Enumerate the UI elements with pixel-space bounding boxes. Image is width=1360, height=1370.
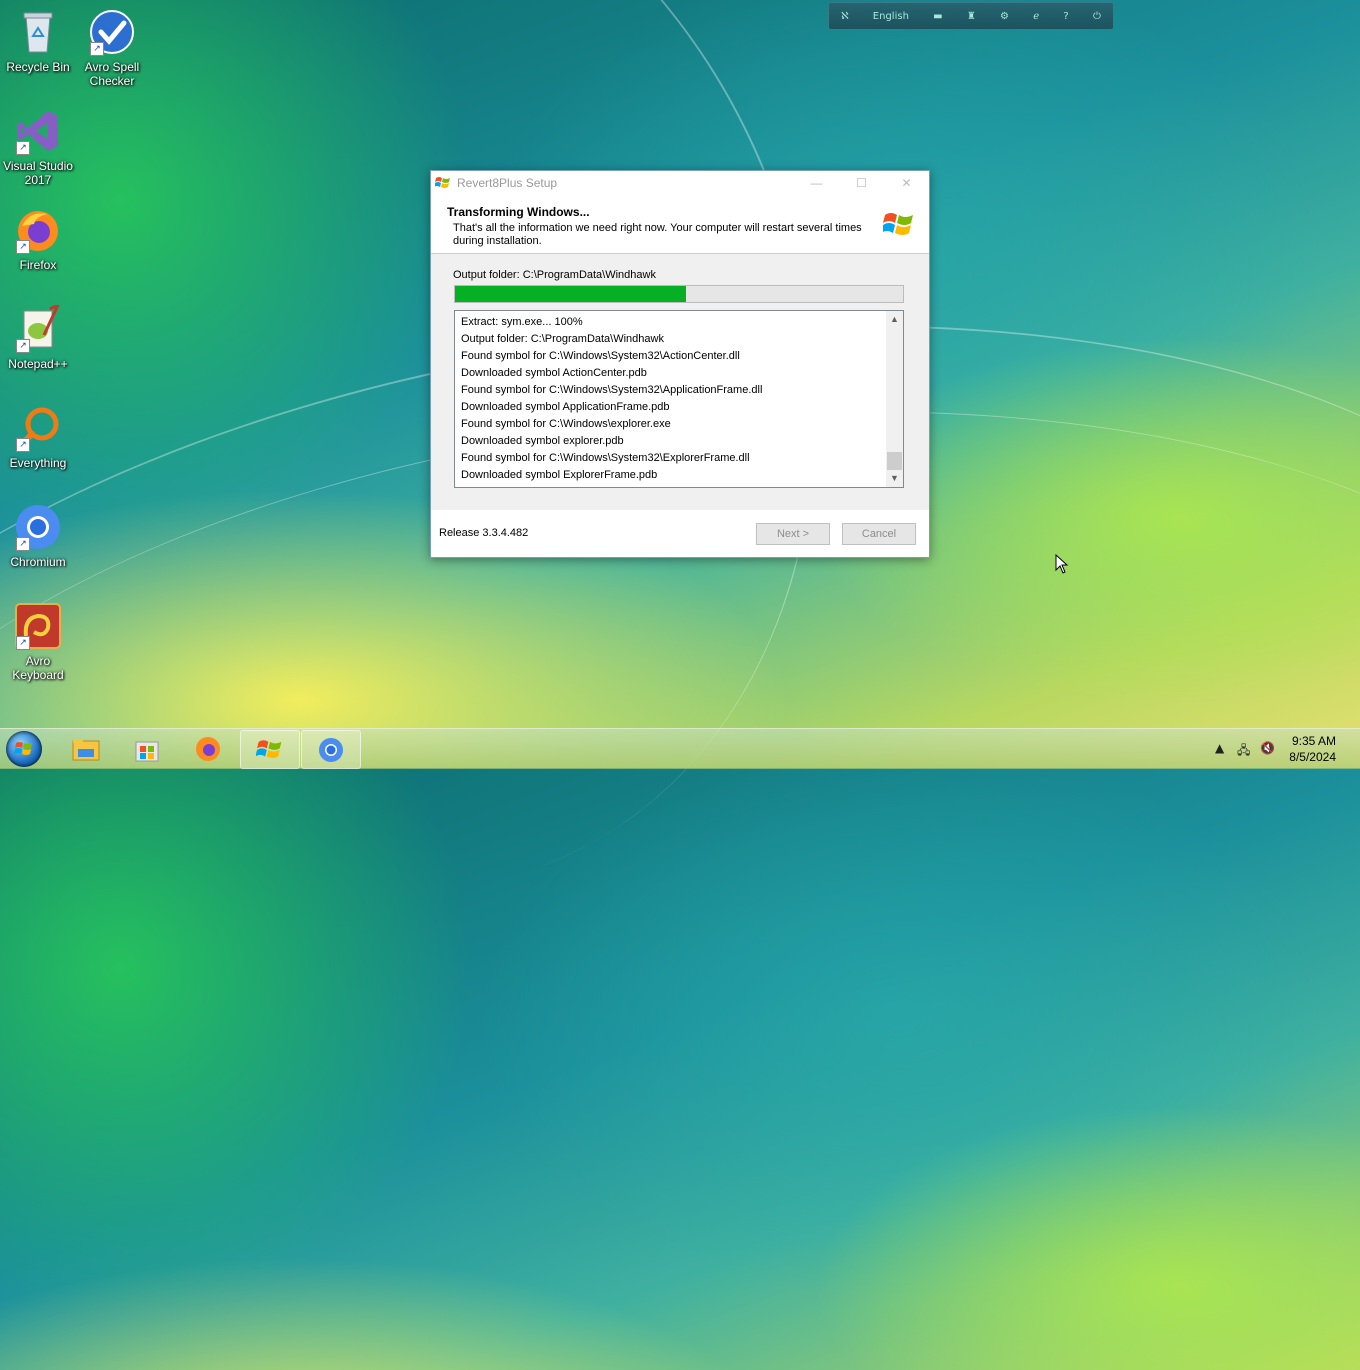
cancel-button[interactable]: Cancel xyxy=(842,523,916,545)
desktop-icon-recycle-bin[interactable]: Recycle Bin xyxy=(0,8,76,74)
shortcut-arrow-icon: ↗ xyxy=(16,339,30,353)
visual-studio-icon: ↗ xyxy=(14,107,62,155)
desktop-icon-label: Everything xyxy=(9,456,67,470)
release-version: Release 3.3.4.482 xyxy=(439,527,529,539)
next-button[interactable]: Next > xyxy=(756,523,830,545)
settings-gear-icon[interactable]: ⚙ xyxy=(1000,11,1009,22)
log-line: Found symbol for C:\Windows\System32\Act… xyxy=(461,350,740,362)
shortcut-arrow-icon: ↗ xyxy=(16,438,30,452)
windows-flag-icon xyxy=(883,213,913,235)
desktop-icon-label: Chromium xyxy=(10,555,66,569)
recycle-bin-icon xyxy=(14,8,62,56)
header-subtitle: That's all the information we need right… xyxy=(453,222,862,247)
tools-icon[interactable]: ♜ xyxy=(967,11,976,22)
keyboard-logo-icon[interactable]: ℵ xyxy=(841,11,848,22)
log-line: Found symbol for C:\Windows\System32\Exp… xyxy=(461,452,750,464)
scroll-down-arrow-icon[interactable]: ▼ xyxy=(886,470,903,487)
keyboard-icon[interactable]: ▬ xyxy=(933,11,942,22)
shortcut-arrow-icon: ↗ xyxy=(16,636,30,650)
show-hidden-icons-chevron-icon[interactable]: ▲ xyxy=(1215,741,1224,755)
desktop-icon-avro-keyboard[interactable]: ↗ Avro Keyboard xyxy=(0,602,76,682)
log-line: Downloaded symbol ExplorerFrame.pdb xyxy=(461,469,658,481)
avro-keyboard-icon: ↗ xyxy=(14,602,62,650)
taskbar-firefox[interactable] xyxy=(179,730,237,767)
language-selector[interactable]: English xyxy=(873,11,909,22)
desktop-icon-label: Visual Studio 2017 xyxy=(3,159,73,187)
power-icon[interactable]: ⏻ xyxy=(1093,11,1101,22)
progress-fill xyxy=(455,286,686,302)
chromium-icon: ↗ xyxy=(14,503,62,551)
log-line: Found symbol for C:\Windows\explorer.exe xyxy=(461,418,671,430)
log-line: Extract: sym.exe... 100% xyxy=(461,316,583,328)
taskbar-clock[interactable]: 9:35 AM 8/5/2024 xyxy=(1289,733,1336,765)
help-icon[interactable]: ? xyxy=(1063,11,1068,22)
file-explorer-icon xyxy=(72,738,100,760)
log-line: Downloaded symbol ActionCenter.pdb xyxy=(461,367,647,379)
revert8plus-setup-icon xyxy=(256,739,282,758)
scroll-up-arrow-icon[interactable]: ▲ xyxy=(886,311,903,328)
dialog-header: Transforming Windows... That's all the i… xyxy=(431,195,929,254)
shortcut-arrow-icon: ↗ xyxy=(90,42,104,56)
close-button[interactable]: ✕ xyxy=(884,176,929,190)
log-scrollbar[interactable]: ▲ ▼ xyxy=(886,311,903,487)
taskbar-store[interactable] xyxy=(118,730,176,767)
chromium-icon xyxy=(319,737,343,762)
firefox-icon xyxy=(196,736,220,761)
desktop-icon-avro-spell-checker[interactable]: ↗ Avro Spell Checker xyxy=(74,8,150,88)
shortcut-arrow-icon: ↗ xyxy=(16,240,30,254)
desktop-icon-everything[interactable]: ↗ Everything xyxy=(0,404,76,470)
desktop-icon-label: Avro Spell Checker xyxy=(84,60,140,88)
dialog-body: Output folder: C:\ProgramData\Windhawk E… xyxy=(431,254,929,510)
everything-search-icon: ↗ xyxy=(14,404,62,452)
maximize-button[interactable]: ☐ xyxy=(839,176,884,190)
log-line: Downloaded symbol ApplicationFrame.pdb xyxy=(461,401,670,413)
language-bar: ℵ English ▬ ♜ ⚙ ℯ ? ⏻ xyxy=(828,2,1114,30)
desktop-icon-label: Notepad++ xyxy=(8,357,68,371)
mouse-cursor-icon xyxy=(1055,554,1069,574)
log-line: Found symbol for C:\Windows\System32\App… xyxy=(461,384,763,396)
header-title: Transforming Windows... xyxy=(447,205,590,219)
windows-logo-icon xyxy=(435,177,450,188)
dialog-titlebar[interactable]: Revert8Plus Setup — ☐ ✕ xyxy=(431,171,929,195)
desktop-icon-notepad-plus-plus[interactable]: ↗ Notepad++ xyxy=(0,301,76,371)
desktop-icon-visual-studio[interactable]: ↗ Visual Studio 2017 xyxy=(0,107,76,187)
network-icon[interactable]: 🖧 xyxy=(1237,741,1250,762)
taskbar-chromium[interactable] xyxy=(301,730,361,769)
desktop-icon-label: Avro Keyboard xyxy=(12,654,64,682)
shortcut-arrow-icon: ↗ xyxy=(16,141,30,155)
install-progress-bar xyxy=(454,285,904,303)
log-line: Output folder: C:\ProgramData\Windhawk xyxy=(461,333,664,345)
desktop-icon-chromium[interactable]: ↗ Chromium xyxy=(0,503,76,569)
dialog-footer: Release 3.3.4.482 Next > Cancel xyxy=(431,510,929,556)
scrollbar-thumb[interactable] xyxy=(887,452,902,470)
minimize-button[interactable]: — xyxy=(794,176,839,190)
notepad-plus-plus-icon: ↗ xyxy=(14,301,62,353)
log-line: Downloaded symbol explorer.pdb xyxy=(461,435,624,447)
shortcut-arrow-icon: ↗ xyxy=(16,537,30,551)
volume-muted-icon[interactable]: 🔇 xyxy=(1260,741,1275,755)
install-log-list[interactable]: Extract: sym.exe... 100% Output folder: C… xyxy=(454,310,904,488)
taskbar: ▲ 🖧 🔇 9:35 AM 8/5/2024 xyxy=(0,728,1360,769)
store-icon xyxy=(135,741,159,761)
clock-date: 8/5/2024 xyxy=(1289,750,1336,764)
start-button[interactable] xyxy=(6,731,42,767)
firefox-icon: ↗ xyxy=(14,206,62,254)
dialog-title: Revert8Plus Setup xyxy=(457,176,558,190)
setup-dialog: Revert8Plus Setup — ☐ ✕ Transforming Win… xyxy=(430,170,930,558)
taskbar-file-explorer[interactable] xyxy=(57,730,115,767)
clock-time: 9:35 AM xyxy=(1291,734,1336,748)
web-icon[interactable]: ℯ xyxy=(1033,11,1039,22)
output-folder-label: Output folder: C:\ProgramData\Windhawk xyxy=(453,269,656,281)
desktop-icon-label: Recycle Bin xyxy=(6,60,70,74)
taskbar-revert8plus-setup[interactable] xyxy=(240,730,300,769)
desktop-icon-label: Firefox xyxy=(19,258,57,272)
avro-spell-checker-icon: ↗ xyxy=(88,8,136,56)
desktop-icon-firefox[interactable]: ↗ Firefox xyxy=(0,206,76,272)
windows-logo-icon xyxy=(14,742,32,755)
